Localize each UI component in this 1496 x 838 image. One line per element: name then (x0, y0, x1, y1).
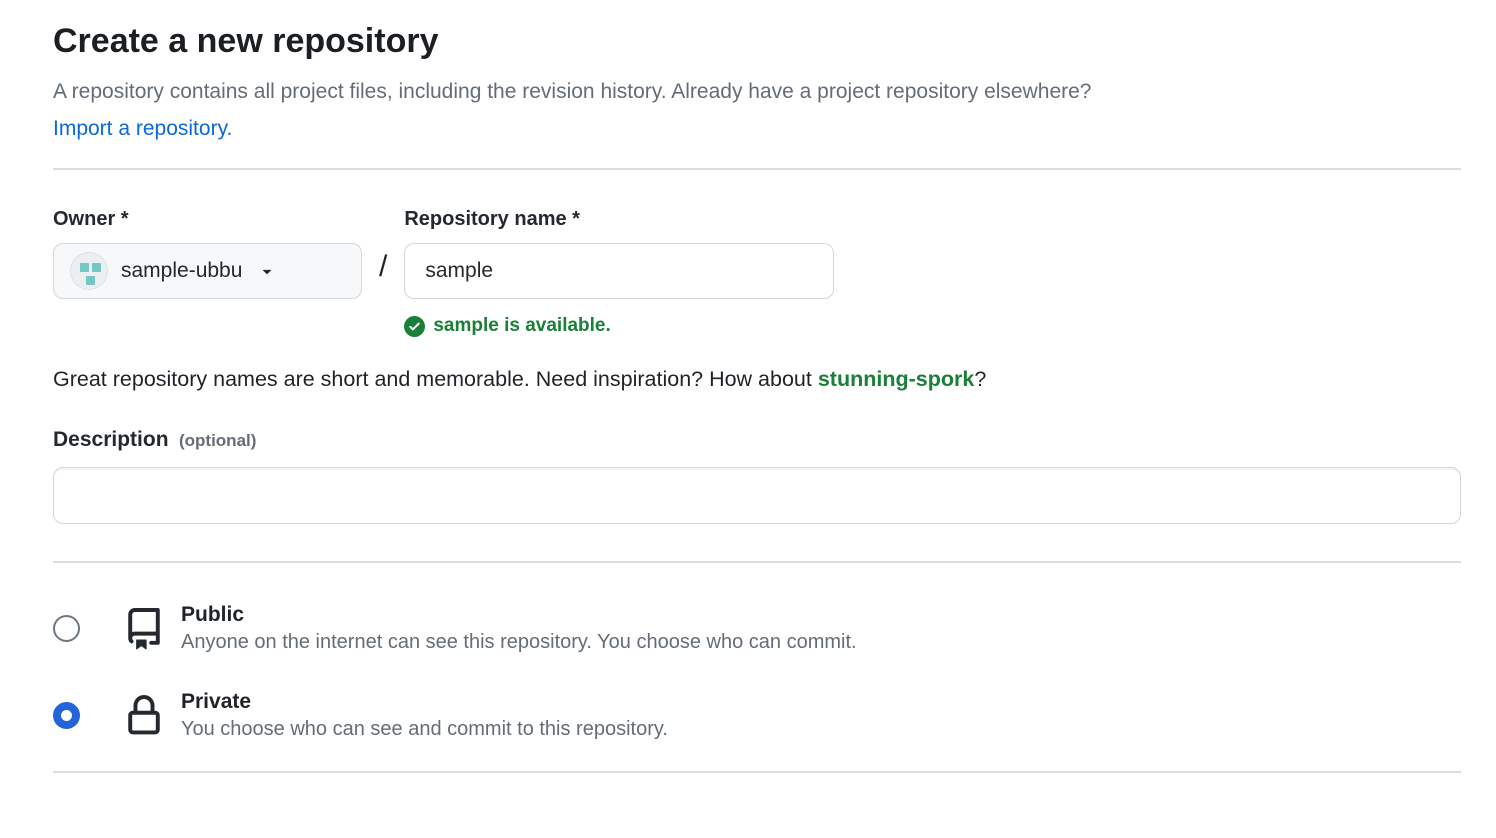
suggested-name-link[interactable]: stunning-spork (818, 367, 974, 391)
availability-status: sample is available. (404, 315, 834, 337)
lock-icon (122, 695, 166, 737)
private-option-text: Private You choose who can see and commi… (181, 690, 668, 741)
bottom-divider (53, 771, 1461, 773)
check-circle-icon (404, 316, 425, 337)
owner-label: Owner * (53, 208, 362, 231)
private-option-label: Private (181, 690, 668, 714)
description-label: Description (53, 428, 169, 451)
description-label-row: Description (optional) (53, 428, 1461, 452)
private-option-description: You choose who can see and commit to thi… (181, 718, 668, 741)
hint-prefix: Great repository names are short and mem… (53, 367, 818, 391)
public-option-label: Public (181, 603, 857, 627)
repository-name-input[interactable] (404, 243, 834, 299)
repository-name-field: Repository name * sample is available. (404, 208, 834, 337)
page-title: Create a new repository (53, 22, 1461, 61)
import-repository-link[interactable]: Import a repository. (53, 117, 232, 141)
middle-divider (53, 561, 1461, 563)
owner-avatar (70, 252, 108, 290)
public-option-description: Anyone on the internet can see this repo… (181, 631, 857, 654)
page-subtitle: A repository contains all project files,… (53, 77, 1461, 107)
availability-message: sample is available. (433, 315, 610, 337)
owner-select-button[interactable]: sample-ubbu (53, 243, 362, 299)
owner-repo-separator: / (379, 208, 387, 284)
description-input[interactable] (53, 467, 1461, 524)
public-option-text: Public Anyone on the internet can see th… (181, 603, 857, 654)
create-repository-page: Create a new repository A repository con… (0, 0, 1496, 773)
owner-repo-row: Owner * sample-ubbu / Repository name * (53, 208, 1461, 337)
visibility-option-private[interactable]: Private You choose who can see and commi… (53, 690, 1461, 741)
owner-field: Owner * sample-ubbu (53, 208, 362, 299)
public-radio[interactable] (53, 615, 80, 642)
chevron-down-icon (258, 262, 276, 280)
description-optional-note: (optional) (179, 431, 256, 450)
repository-name-label: Repository name * (404, 208, 834, 231)
visibility-option-public[interactable]: Public Anyone on the internet can see th… (53, 603, 1461, 654)
repository-name-hint: Great repository names are short and mem… (53, 367, 1461, 392)
owner-selected-name: sample-ubbu (121, 259, 242, 283)
hint-suffix: ? (974, 367, 986, 391)
private-radio[interactable] (53, 702, 80, 729)
repo-icon (122, 608, 166, 650)
top-divider (53, 168, 1461, 170)
